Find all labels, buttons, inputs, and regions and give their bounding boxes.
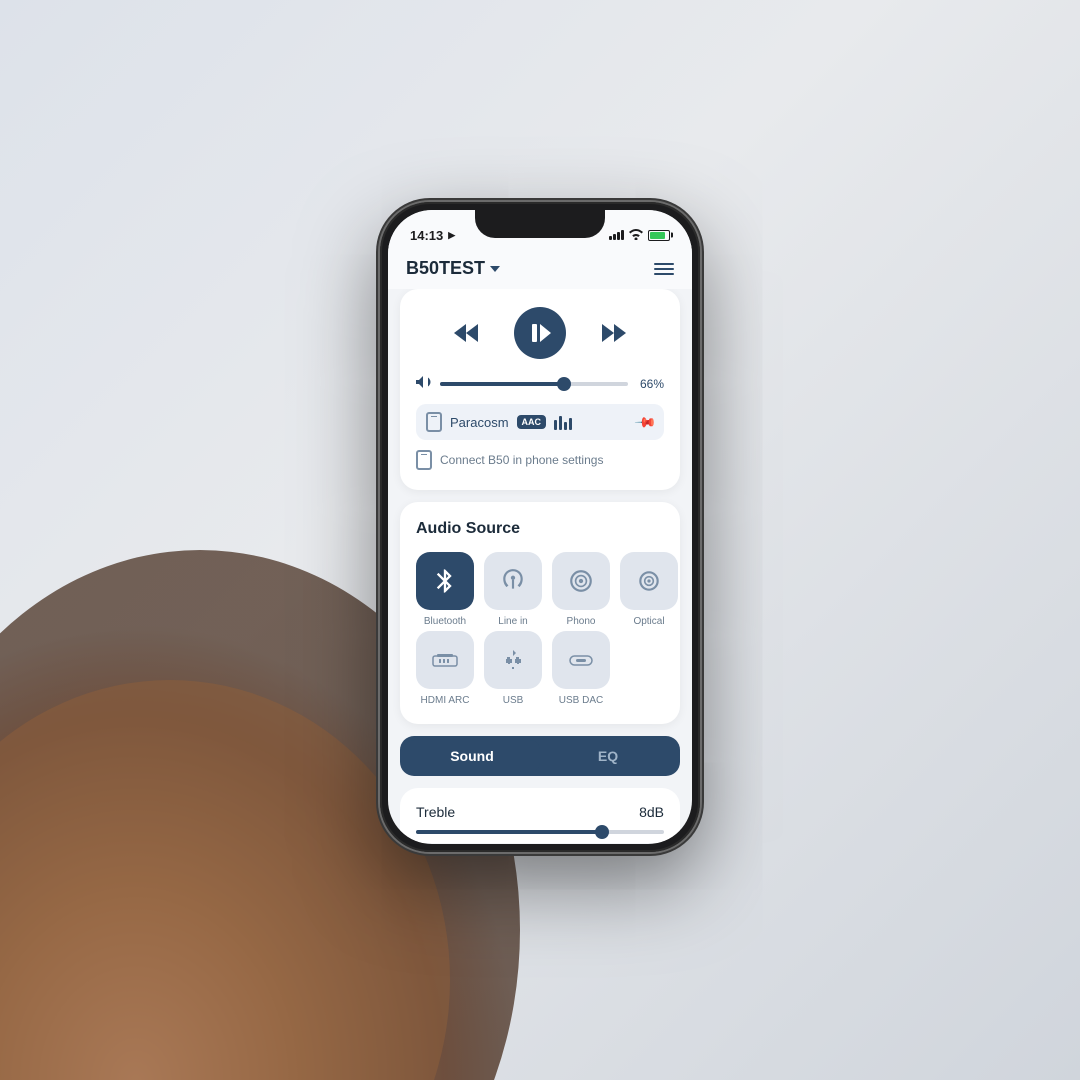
phono-icon-box — [552, 552, 610, 610]
status-icons — [609, 228, 670, 243]
source-phono[interactable]: Phono — [552, 552, 610, 627]
treble-thumb[interactable] — [595, 825, 609, 839]
volume-slider[interactable] — [440, 382, 628, 386]
source-hdmiarc[interactable]: HDMI ARC — [416, 631, 474, 706]
signal-bars-icon — [609, 230, 624, 240]
phone-frame: 14:13 ▶ — [380, 202, 700, 852]
optical-label: Optical — [633, 616, 664, 627]
hdmiarc-icon-box — [416, 631, 474, 689]
wifi-icon — [629, 228, 643, 243]
source-linein[interactable]: Line in — [484, 552, 542, 627]
connect-text: Connect B50 in phone settings — [440, 453, 603, 467]
tab-eq[interactable]: EQ — [540, 740, 676, 772]
track-info-row: Paracosm AAC 📌 — [416, 404, 664, 440]
phono-label: Phono — [567, 616, 596, 627]
eq-animation-icon — [554, 414, 572, 430]
volume-percent: 66% — [636, 377, 664, 391]
menu-button[interactable] — [654, 263, 674, 275]
status-time: 14:13 ▶ — [410, 228, 455, 243]
device-name-text: B50TEST — [406, 258, 485, 279]
source-usbdac[interactable]: USB DAC — [552, 631, 610, 706]
hdmiarc-label: HDMI ARC — [421, 695, 470, 706]
pin-icon: 📌 — [633, 410, 657, 434]
location-icon: ▶ — [448, 230, 455, 241]
battery-icon — [648, 230, 670, 241]
connect-device-icon — [416, 450, 432, 470]
track-name: Paracosm — [450, 415, 509, 430]
audio-source-grid-row1: Bluetooth Line in — [416, 552, 664, 627]
notch — [475, 210, 605, 238]
player-card: 66% Paracosm AAC — [400, 289, 680, 490]
source-optical[interactable]: Optical — [620, 552, 678, 627]
audio-source-card: Audio Source Bluetooth — [400, 502, 680, 724]
treble-slider[interactable] — [416, 830, 664, 834]
source-empty — [620, 631, 664, 706]
hamburger-line-3 — [654, 273, 674, 275]
scroll-content[interactable]: 66% Paracosm AAC — [388, 289, 692, 843]
treble-fill — [416, 830, 602, 834]
treble-card: Treble 8dB — [400, 788, 680, 843]
audio-source-title: Audio Source — [416, 520, 664, 538]
phone-source-icon — [426, 412, 442, 432]
app-header: B50TEST — [388, 250, 692, 289]
usbdac-label: USB DAC — [559, 695, 603, 706]
phone-screen: 14:13 ▶ — [388, 210, 692, 844]
treble-value: 8dB — [639, 804, 664, 820]
optical-icon-box — [620, 552, 678, 610]
player-controls — [416, 307, 664, 359]
play-pause-button[interactable] — [514, 307, 566, 359]
source-usb[interactable]: USB — [484, 631, 542, 706]
volume-row: 66% — [416, 375, 664, 392]
volume-fill — [440, 382, 564, 386]
volume-icon — [416, 375, 432, 392]
hamburger-line-1 — [654, 263, 674, 265]
codec-badge: AAC — [517, 415, 547, 429]
usb-label: USB — [503, 695, 524, 706]
audio-source-grid-row2: HDMI ARC USB — [416, 631, 664, 706]
linein-icon-box — [484, 552, 542, 610]
volume-thumb[interactable] — [557, 377, 571, 391]
forward-button[interactable] — [596, 315, 632, 351]
connect-row: Connect B50 in phone settings — [416, 448, 664, 472]
hamburger-line-2 — [654, 268, 674, 270]
device-name-label[interactable]: B50TEST — [406, 258, 500, 279]
rewind-button[interactable] — [448, 315, 484, 351]
chevron-down-icon[interactable] — [490, 266, 500, 272]
treble-label: Treble — [416, 804, 455, 820]
usbdac-icon-box — [552, 631, 610, 689]
tab-sound[interactable]: Sound — [404, 740, 540, 772]
source-bluetooth[interactable]: Bluetooth — [416, 552, 474, 627]
tab-bar: Sound EQ — [400, 736, 680, 776]
bluetooth-icon-box — [416, 552, 474, 610]
sound-eq-wrapper: Sound EQ — [400, 736, 680, 776]
treble-row: Treble 8dB — [416, 804, 664, 820]
bluetooth-label: Bluetooth — [424, 616, 466, 627]
linein-label: Line in — [498, 616, 527, 627]
usb-icon-box — [484, 631, 542, 689]
